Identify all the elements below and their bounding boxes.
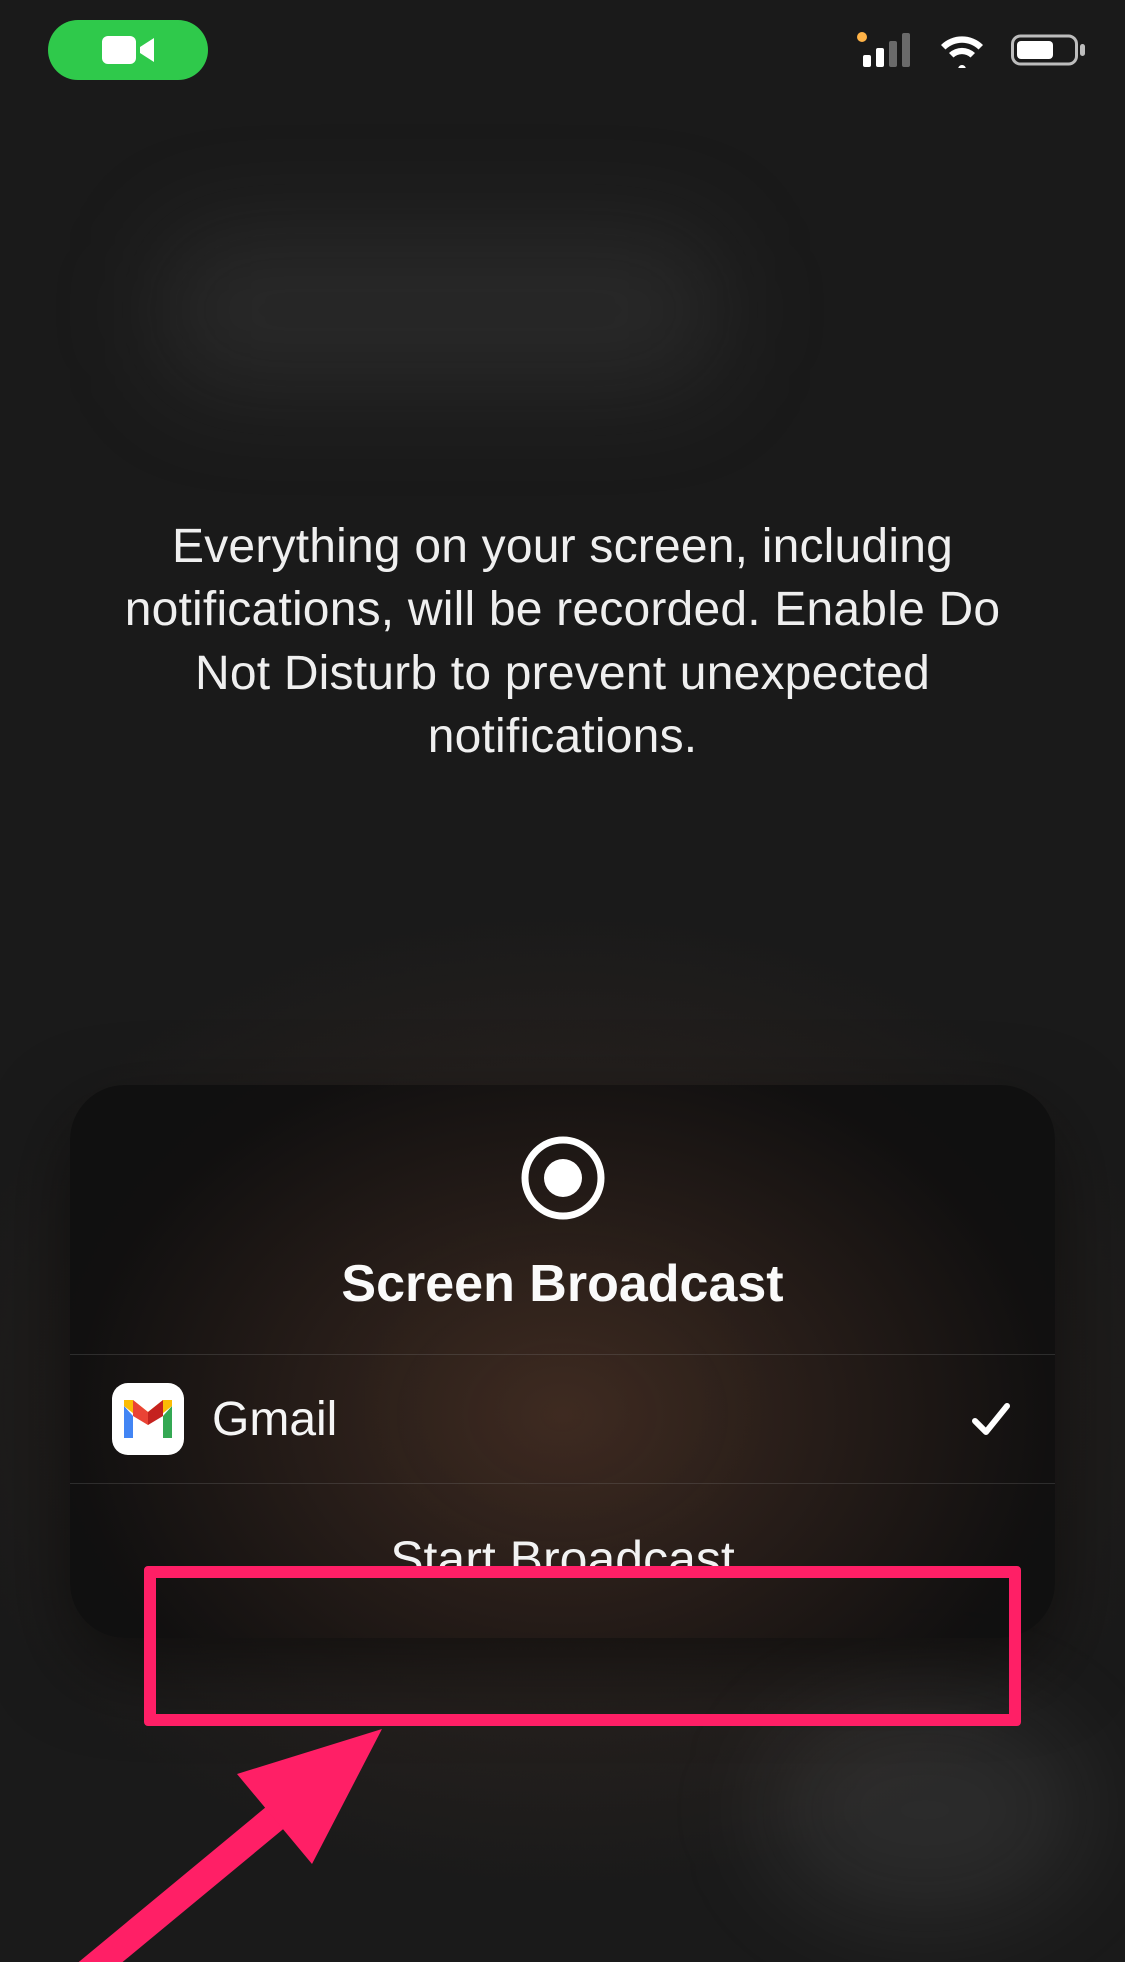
background-glow-bottom — [765, 1700, 1085, 1920]
call-pill[interactable] — [48, 20, 208, 80]
gmail-app-icon — [112, 1383, 184, 1455]
start-broadcast-label: Start Broadcast — [390, 1530, 735, 1588]
privacy-dot-icon — [857, 32, 867, 42]
cellular-icon — [863, 33, 913, 67]
wifi-icon — [937, 32, 987, 68]
start-broadcast-button[interactable]: Start Broadcast — [70, 1483, 1055, 1638]
battery-icon — [1011, 32, 1087, 68]
checkmark-icon — [967, 1396, 1013, 1442]
info-text: Everything on your screen, including not… — [88, 515, 1037, 768]
record-icon — [520, 1135, 606, 1221]
background-glow-top — [160, 230, 720, 390]
broadcast-target-row[interactable]: Gmail — [70, 1354, 1055, 1483]
broadcast-target-label: Gmail — [212, 1392, 939, 1447]
broadcast-title: Screen Broadcast — [90, 1254, 1035, 1314]
status-bar — [0, 10, 1125, 90]
annotation-arrow-icon — [42, 1714, 472, 1962]
video-icon — [100, 32, 156, 68]
broadcast-card: Screen Broadcast Gmail Start Broadcast — [70, 1085, 1055, 1638]
broadcast-header: Screen Broadcast — [70, 1085, 1055, 1354]
